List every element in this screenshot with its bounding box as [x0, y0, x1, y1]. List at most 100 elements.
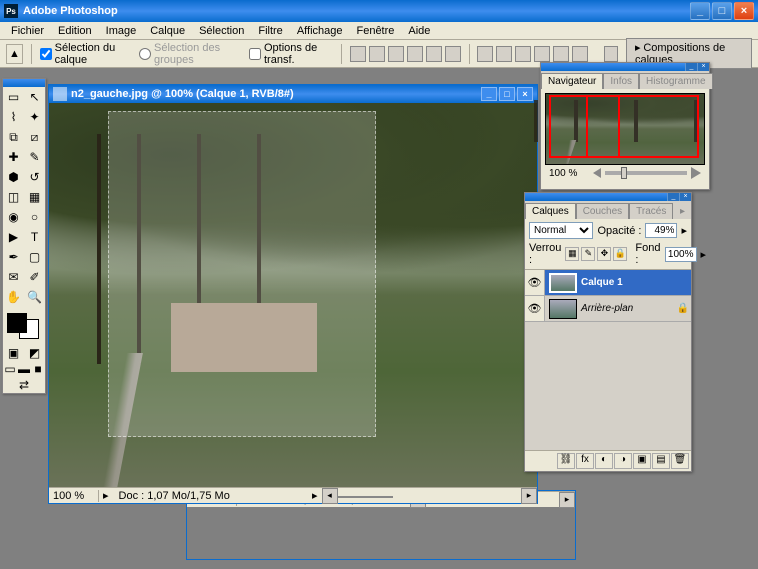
minimize-button[interactable]: _	[690, 2, 710, 20]
panel-minimize-button[interactable]: _	[667, 193, 679, 201]
tab-info[interactable]: Infos	[603, 73, 639, 89]
panel-header[interactable]: _ ×	[525, 193, 691, 201]
scroll-left-button[interactable]: ◂	[322, 488, 338, 504]
link-layers-icon[interactable]: ⛓	[557, 453, 575, 469]
panel-close-button[interactable]: ×	[679, 193, 691, 201]
distribute-vcenter-icon[interactable]	[496, 46, 512, 62]
tab-layers[interactable]: Calques	[525, 203, 576, 219]
doc-minimize-button[interactable]: _	[481, 87, 497, 101]
layer-mask-icon[interactable]: ◐	[595, 453, 613, 469]
fill-field[interactable]	[665, 247, 697, 262]
marquee-tool[interactable]: ▭	[3, 87, 24, 107]
layer-transform-bounds[interactable]	[108, 111, 376, 437]
slice-tool[interactable]: ⧄	[24, 127, 45, 147]
brush-tool[interactable]: ✎	[24, 147, 45, 167]
select-groups-radio[interactable]: Sélection des groupes	[139, 42, 241, 66]
wand-tool[interactable]: ✦	[24, 107, 45, 127]
screen-full-menu-icon[interactable]: ▬	[17, 361, 31, 377]
panel-header[interactable]: _ ×	[541, 63, 709, 71]
heal-tool[interactable]: ✚	[3, 147, 24, 167]
path-select-tool[interactable]: ▶	[3, 227, 24, 247]
zoom-tool[interactable]: 🔍	[24, 287, 45, 307]
align-hcenter-icon[interactable]	[426, 46, 442, 62]
crop-tool[interactable]: ⧉	[3, 127, 24, 147]
layer-thumbnail[interactable]	[549, 273, 577, 293]
navigator-thumbnail[interactable]	[545, 93, 705, 165]
distribute-left-icon[interactable]	[534, 46, 550, 62]
visibility-toggle[interactable]: 👁	[525, 296, 545, 321]
hand-tool[interactable]: ✋	[3, 287, 24, 307]
align-vcenter-icon[interactable]	[369, 46, 385, 62]
menu-help[interactable]: Aide	[401, 23, 437, 39]
align-right-icon[interactable]	[445, 46, 461, 62]
adjustment-layer-icon[interactable]: ◑	[614, 453, 632, 469]
new-layer-icon[interactable]: ▤	[652, 453, 670, 469]
layer-thumbnail[interactable]	[549, 299, 577, 319]
tab-navigator[interactable]: Navigateur	[541, 73, 603, 89]
blur-tool[interactable]: ◉	[3, 207, 24, 227]
zoom-out-icon[interactable]	[593, 168, 601, 178]
align-left-icon[interactable]	[407, 46, 423, 62]
distribute-bottom-icon[interactable]	[515, 46, 531, 62]
doc-close-button[interactable]: ×	[517, 87, 533, 101]
layer-row[interactable]: 👁 Calque 1	[525, 270, 691, 296]
move-tool[interactable]: ↖	[24, 87, 45, 107]
toolbox-grip[interactable]	[3, 79, 45, 87]
menu-layer[interactable]: Calque	[143, 23, 192, 39]
tab-histogram[interactable]: Histogramme	[639, 73, 712, 89]
distribute-hcenter-icon[interactable]	[553, 46, 569, 62]
arrow-icon[interactable]: ▸	[308, 489, 322, 502]
menu-image[interactable]: Image	[99, 23, 144, 39]
nav-view-box[interactable]	[586, 95, 700, 158]
scrollbar-thumb[interactable]	[338, 496, 393, 498]
menu-view[interactable]: Affichage	[290, 23, 350, 39]
arrow-icon[interactable]: ▸	[99, 489, 113, 502]
align-top-icon[interactable]	[350, 46, 366, 62]
distribute-top-icon[interactable]	[477, 46, 493, 62]
visibility-toggle[interactable]: 👁	[525, 270, 545, 295]
select-layer-checkbox[interactable]: Sélection du calque	[40, 42, 131, 66]
document-titlebar[interactable]: n2_gauche.jpg @ 100% (Calque 1, RVB/8#) …	[49, 85, 537, 103]
zoom-field[interactable]: 100 %	[49, 490, 99, 502]
screen-full-icon[interactable]: ■	[31, 361, 45, 377]
imageready-jump-icon[interactable]: ⇄	[3, 377, 45, 393]
canvas[interactable]	[49, 103, 537, 487]
menu-window[interactable]: Fenêtre	[349, 23, 401, 39]
lock-transparency-icon[interactable]: ▦	[565, 247, 579, 261]
lock-pixels-icon[interactable]: ✎	[581, 247, 595, 261]
distribute-right-icon[interactable]	[572, 46, 588, 62]
layer-row[interactable]: 👁 Arrière-plan 🔒	[525, 296, 691, 322]
stamp-tool[interactable]: ⬢	[3, 167, 24, 187]
arrow-down-icon[interactable]: ▸	[681, 224, 687, 237]
new-group-icon[interactable]: ▣	[633, 453, 651, 469]
eyedropper-tool[interactable]: ✐	[24, 267, 45, 287]
menu-select[interactable]: Sélection	[192, 23, 251, 39]
menu-filter[interactable]: Filtre	[251, 23, 289, 39]
opacity-field[interactable]	[645, 223, 677, 238]
standard-mode-icon[interactable]: ▣	[3, 345, 24, 361]
pen-tool[interactable]: ✒	[3, 247, 24, 267]
scroll-right-button[interactable]: ▸	[559, 492, 575, 508]
delete-layer-icon[interactable]: 🗑	[671, 453, 689, 469]
history-brush-tool[interactable]: ↺	[24, 167, 45, 187]
eraser-tool[interactable]: ◫	[3, 187, 24, 207]
lock-all-icon[interactable]: 🔒	[613, 247, 627, 261]
slider-handle[interactable]	[621, 167, 627, 179]
shape-tool[interactable]: ▢	[24, 247, 45, 267]
tab-channels[interactable]: Couches	[576, 203, 629, 219]
menu-edit[interactable]: Edition	[51, 23, 99, 39]
panel-minimize-button[interactable]: _	[685, 63, 697, 71]
panel-menu-button[interactable]: ▸	[674, 204, 691, 219]
screen-standard-icon[interactable]: ▭	[3, 361, 17, 377]
notes-tool[interactable]: ✉	[3, 267, 24, 287]
zoom-slider[interactable]	[605, 171, 687, 175]
move-tool-icon[interactable]: ▲	[6, 44, 23, 64]
panel-close-button[interactable]: ×	[697, 63, 709, 71]
zoom-in-icon[interactable]	[691, 167, 701, 179]
maximize-button[interactable]: □	[712, 2, 732, 20]
dodge-tool[interactable]: ○	[24, 207, 45, 227]
layer-name[interactable]: Calque 1	[581, 277, 691, 288]
lasso-tool[interactable]: ⌇	[3, 107, 24, 127]
palette-toggle-icon[interactable]	[604, 46, 618, 62]
layer-style-icon[interactable]: fx	[576, 453, 594, 469]
